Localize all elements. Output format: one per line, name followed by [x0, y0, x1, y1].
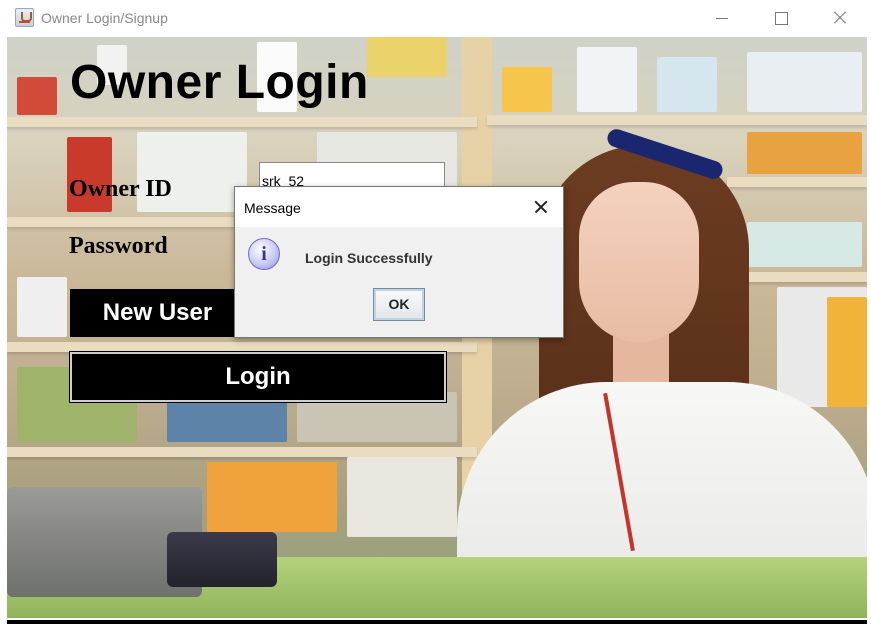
product	[827, 297, 867, 407]
card-terminal	[167, 532, 277, 587]
java-app-icon	[15, 8, 34, 27]
title-bar: Owner Login/Signup	[0, 0, 871, 37]
shelf	[727, 177, 867, 187]
dialog-title-bar: Message	[235, 187, 563, 227]
product	[17, 277, 67, 337]
new-user-button[interactable]: New User	[70, 289, 245, 337]
page-title: Owner Login	[70, 56, 369, 109]
product	[657, 57, 717, 112]
product	[207, 462, 337, 532]
product	[347, 457, 457, 537]
product	[367, 37, 447, 77]
product	[167, 397, 287, 442]
dialog-message: Login Successfully	[305, 250, 433, 266]
info-icon: i	[248, 238, 280, 270]
password-label: Password	[69, 233, 168, 259]
window-bottom-border	[7, 620, 867, 624]
shelf	[7, 342, 477, 352]
product	[747, 132, 862, 174]
pharmacist-face	[579, 182, 699, 342]
window-title: Owner Login/Signup	[41, 10, 168, 26]
product	[747, 52, 862, 112]
shelf	[487, 115, 867, 125]
shelf	[7, 447, 477, 457]
product	[502, 67, 552, 112]
ok-button[interactable]: OK	[373, 288, 425, 321]
maximize-button[interactable]	[769, 6, 793, 30]
login-button[interactable]: Login	[69, 351, 447, 403]
close-window-button[interactable]	[828, 6, 852, 30]
owner-id-label: Owner ID	[69, 176, 172, 202]
app-window: Owner Login/Signup Owner Login Owner ID …	[0, 0, 871, 625]
product	[577, 47, 637, 112]
product	[17, 77, 57, 115]
dialog-close-button[interactable]	[531, 197, 551, 217]
shelf	[7, 117, 477, 127]
product	[747, 222, 862, 267]
message-dialog: Message i Login Successfully OK	[234, 186, 564, 338]
owner-id-field[interactable]: srk_52	[259, 162, 445, 188]
minimize-button[interactable]	[710, 6, 734, 30]
dialog-title: Message	[244, 200, 301, 216]
